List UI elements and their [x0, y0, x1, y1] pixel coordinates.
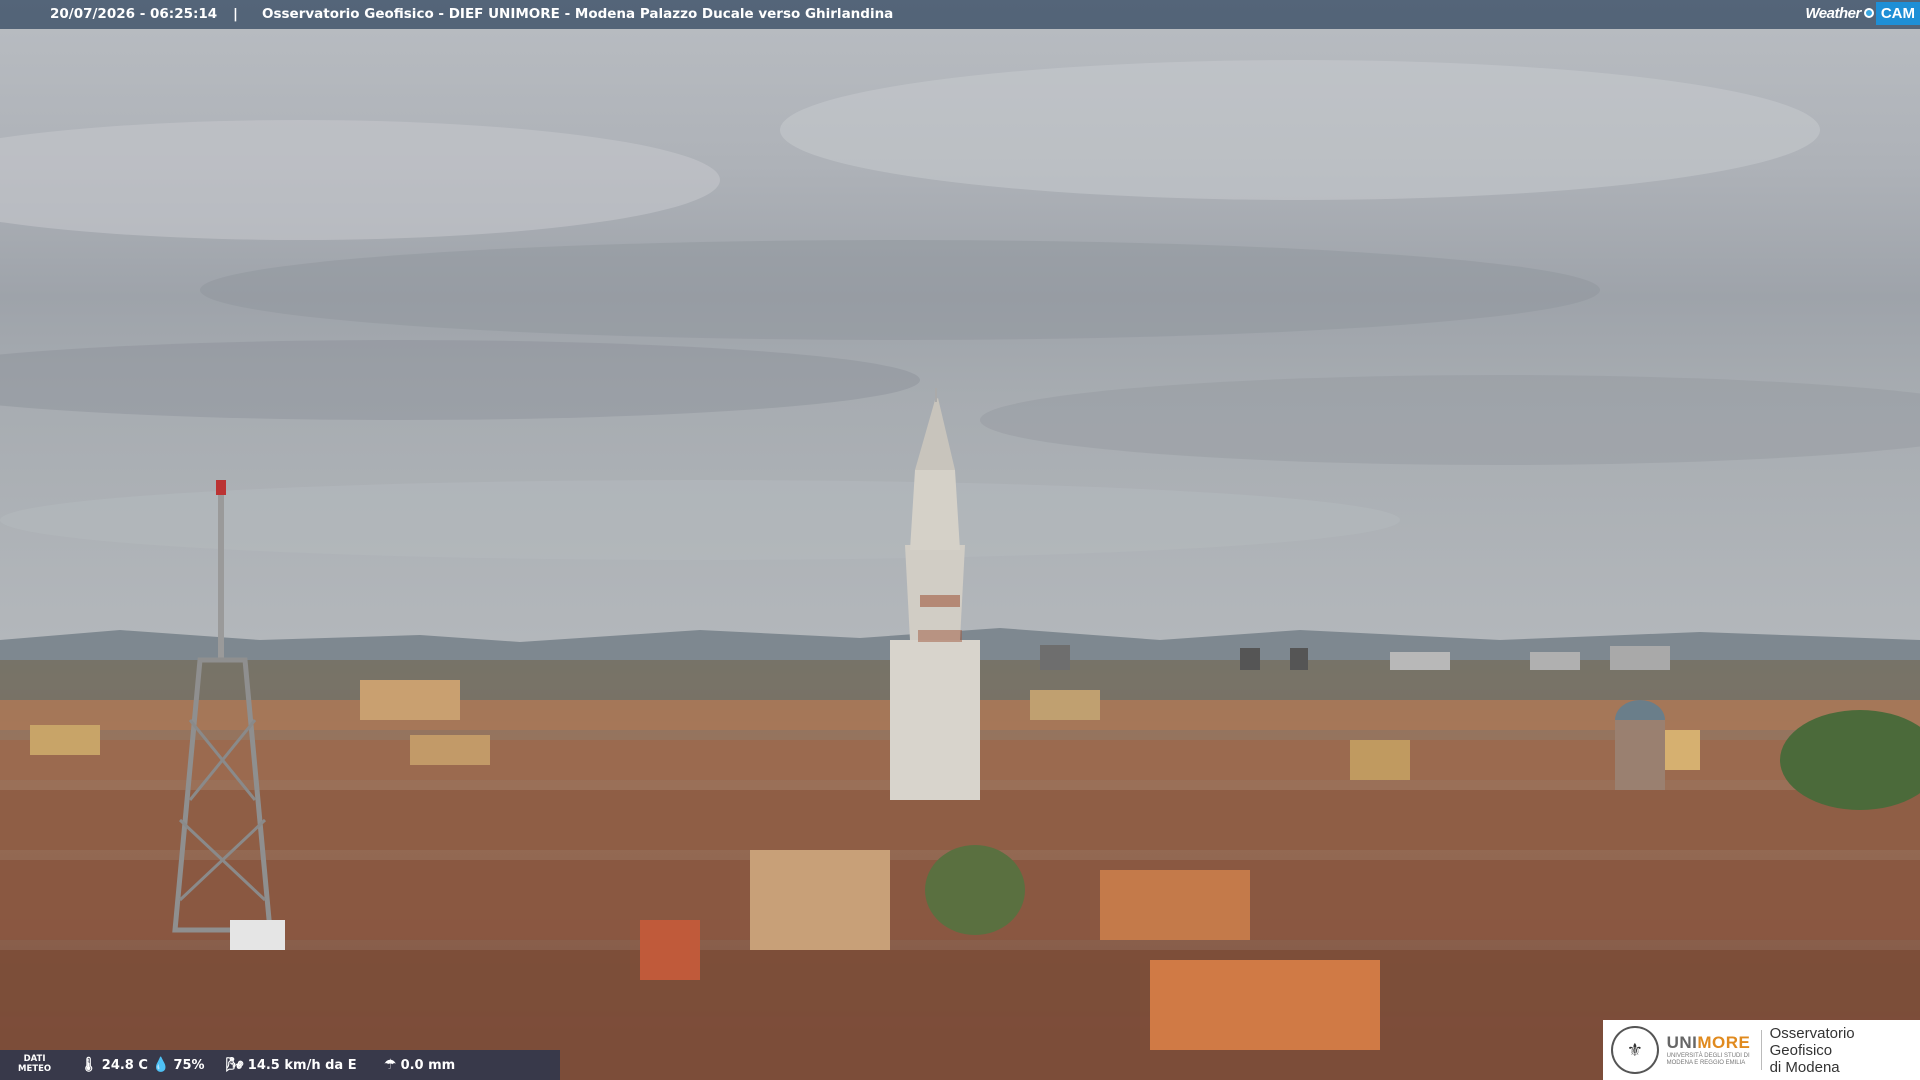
- info-bar: 20/07/2026 - 06:25:14 | Osservatorio Geo…: [0, 0, 1920, 29]
- university-seal-icon: ⚜: [1611, 1026, 1659, 1074]
- rain-value: 0.0 mm: [400, 1057, 456, 1073]
- separator: |: [233, 6, 238, 22]
- unimore-name: UNIMORE: [1667, 1033, 1753, 1053]
- unimore-name-b: MORE: [1697, 1033, 1751, 1052]
- observatory-name: Osservatorio Geofisico di Modena: [1770, 1025, 1920, 1076]
- wind-readout: 🌬 14.5 km/h da E: [226, 1057, 357, 1073]
- wind-sock-icon: 🌬: [226, 1057, 244, 1073]
- wind-value: 14.5 km/h da E: [247, 1057, 357, 1073]
- weathercam-logo: Weather CAM: [1805, 0, 1920, 26]
- camera-caption: Osservatorio Geofisico - DIEF UNIMORE - …: [262, 6, 894, 22]
- logo-cam-text: CAM: [1875, 1, 1920, 25]
- observatory-line2: di Modena: [1769, 1058, 1840, 1076]
- logo-dot-icon: [1863, 8, 1874, 18]
- institution-logo: ⚜ UNIMORE UNIVERSITÀ DEGLI STUDI DI MODE…: [1603, 1020, 1920, 1080]
- dati-label-line1: DATI: [23, 1054, 46, 1064]
- temperature-value: 24.8 C: [101, 1057, 148, 1073]
- droplet-icon: 💧: [152, 1057, 170, 1073]
- observatory-line1: Osservatorio Geofisico: [1769, 1024, 1855, 1059]
- logo-weather-text: Weather: [1805, 4, 1861, 22]
- thermometer-icon: 🌡: [80, 1057, 98, 1073]
- logo-divider: [1760, 1030, 1762, 1070]
- weather-data-bar: DATI METEO 🌡 24.8 C 💧 75% 🌬 14.5 km/h da…: [0, 1050, 560, 1080]
- rain-readout: ☂ 0.0 mm: [384, 1057, 455, 1073]
- temperature-readout: 🌡 24.8 C: [80, 1057, 148, 1073]
- dati-label-line2: METEO: [18, 1064, 52, 1074]
- humidity-readout: 💧 75%: [152, 1057, 205, 1073]
- rain-gauge-icon: ☂: [384, 1057, 397, 1073]
- unimore-brand: UNIMORE UNIVERSITÀ DEGLI STUDI DI MODENA…: [1667, 1033, 1753, 1067]
- dati-meteo-label: DATI METEO: [18, 1054, 51, 1074]
- unimore-subtitle: UNIVERSITÀ DEGLI STUDI DI MODENA E REGGI…: [1666, 1053, 1750, 1066]
- timestamp: 20/07/2026 - 06:25:14: [50, 6, 218, 22]
- unimore-name-a: UNI: [1666, 1033, 1698, 1052]
- humidity-value: 75%: [173, 1057, 205, 1073]
- webcam-image: [0, 0, 1920, 1080]
